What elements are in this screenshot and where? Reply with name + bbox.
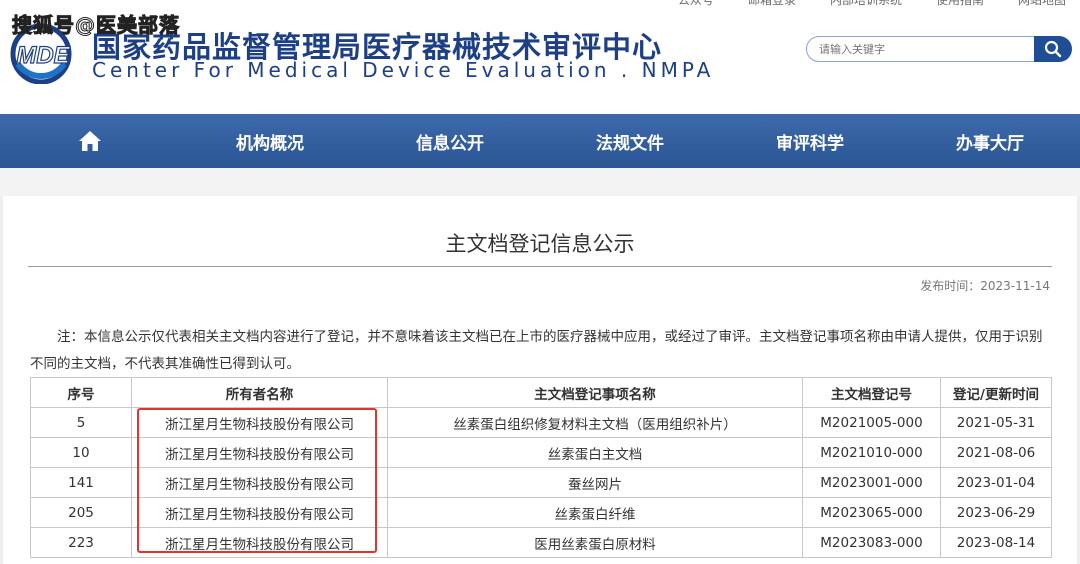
top-links: 公众号 邮箱登录 内部培训系统 使用指南 网站地图 bbox=[678, 0, 1066, 8]
cell-reg-no: M2021005-000 bbox=[802, 407, 941, 438]
cell-owner: 浙江星月生物科技股份有限公司 bbox=[131, 467, 388, 498]
cell-owner: 浙江星月生物科技股份有限公司 bbox=[131, 407, 388, 438]
cell-owner: 浙江星月生物科技股份有限公司 bbox=[131, 497, 388, 528]
search-input[interactable] bbox=[806, 36, 1036, 62]
page-title: 主文档登记信息公示 bbox=[445, 232, 635, 256]
watermark: 搜狐号@医美部落 bbox=[12, 13, 180, 38]
cell-item-name: 丝素蛋白组织修复材料主文档（医用组织补片） bbox=[387, 407, 803, 438]
table-header-row: 序号 所有者名称 主文档登记事项名称 主文档登记号 登记/更新时间 bbox=[30, 377, 1052, 408]
cell-item-name: 丝素蛋白主文档 bbox=[387, 437, 803, 468]
title-divider bbox=[28, 266, 1052, 267]
search-box bbox=[806, 36, 1072, 64]
publish-value: 2023-11-14 bbox=[980, 279, 1050, 293]
notice-text: 注：本信息公示仅代表相关主文档内容进行了登记，并不意味着该主文档已在上市的医疗器… bbox=[30, 324, 1052, 378]
master-file-table: 序号 所有者名称 主文档登记事项名称 主文档登记号 登记/更新时间 5 浙江星月… bbox=[30, 377, 1052, 558]
nav-item-regulations[interactable]: 法规文件 bbox=[540, 114, 720, 168]
cell-no: 223 bbox=[30, 527, 132, 558]
cell-no: 5 bbox=[30, 407, 132, 438]
nav-gap bbox=[0, 168, 1080, 196]
top-link[interactable]: 使用指南 bbox=[936, 0, 984, 8]
top-link[interactable]: 内部培训系统 bbox=[830, 0, 902, 8]
cell-reg-no: M2021010-000 bbox=[802, 437, 941, 468]
table-row: 141 浙江星月生物科技股份有限公司 蚕丝网片 M2023001-000 202… bbox=[30, 467, 1052, 498]
top-link[interactable]: 公众号 bbox=[678, 0, 714, 8]
header-reg-no: 主文档登记号 bbox=[802, 377, 941, 408]
table-row: 223 浙江星月生物科技股份有限公司 医用丝素蛋白原材料 M2023083-00… bbox=[30, 527, 1052, 558]
cell-date: 2021-05-31 bbox=[940, 407, 1052, 438]
cell-date: 2023-06-29 bbox=[940, 497, 1052, 528]
nav-item-about[interactable]: 机构概况 bbox=[180, 114, 360, 168]
cell-owner: 浙江星月生物科技股份有限公司 bbox=[131, 437, 388, 468]
main-nav: 机构概况 信息公开 法规文件 审评科学 办事大厅 bbox=[0, 114, 1080, 168]
cell-no: 10 bbox=[30, 437, 132, 468]
nav-home[interactable] bbox=[0, 114, 180, 168]
cell-date: 2023-01-04 bbox=[940, 467, 1052, 498]
search-icon bbox=[1044, 40, 1062, 58]
cell-date: 2023-08-14 bbox=[940, 527, 1052, 558]
cell-no: 141 bbox=[30, 467, 132, 498]
publish-date: 发布时间：2023-11-14 bbox=[920, 277, 1050, 294]
cell-reg-no: M2023001-000 bbox=[802, 467, 941, 498]
logo-mark: MDE bbox=[16, 42, 70, 69]
cell-reg-no: M2023065-000 bbox=[802, 497, 941, 528]
header-no: 序号 bbox=[30, 377, 132, 408]
cell-owner: 浙江星月生物科技股份有限公司 bbox=[131, 527, 388, 558]
table-row: 10 浙江星月生物科技股份有限公司 丝素蛋白主文档 M2021010-000 2… bbox=[30, 437, 1052, 468]
notice-body: 注：本信息公示仅代表相关主文档内容进行了登记，并不意味着该主文档已在上市的医疗器… bbox=[30, 329, 1043, 372]
cell-item-name: 丝素蛋白纤维 bbox=[387, 497, 803, 528]
cell-item-name: 医用丝素蛋白原材料 bbox=[387, 527, 803, 558]
cell-no: 205 bbox=[30, 497, 132, 528]
site-subtitle: Center For Medical Device Evaluation . N… bbox=[92, 58, 715, 82]
header-date: 登记/更新时间 bbox=[940, 377, 1052, 408]
site-header: 搜狐号@医美部落 MDE 国家药品监督管理局医疗器械技术审评中心 Center … bbox=[0, 0, 1080, 114]
header-item-name: 主文档登记事项名称 bbox=[387, 377, 803, 408]
top-link[interactable]: 邮箱登录 bbox=[748, 0, 796, 8]
publish-label: 发布时间： bbox=[920, 279, 981, 293]
search-button[interactable] bbox=[1034, 36, 1072, 62]
header-owner: 所有者名称 bbox=[131, 377, 388, 408]
home-icon bbox=[79, 131, 101, 151]
table-row: 205 浙江星月生物科技股份有限公司 丝素蛋白纤维 M2023065-000 2… bbox=[30, 497, 1052, 528]
nav-item-science[interactable]: 审评科学 bbox=[720, 114, 900, 168]
cell-item-name: 蚕丝网片 bbox=[387, 467, 803, 498]
nav-item-service[interactable]: 办事大厅 bbox=[900, 114, 1080, 168]
top-link[interactable]: 网站地图 bbox=[1018, 0, 1066, 8]
table-row: 5 浙江星月生物科技股份有限公司 丝素蛋白组织修复材料主文档（医用组织补片） M… bbox=[30, 407, 1052, 438]
cell-reg-no: M2023083-000 bbox=[802, 527, 941, 558]
nav-item-info[interactable]: 信息公开 bbox=[360, 114, 540, 168]
cell-date: 2021-08-06 bbox=[940, 437, 1052, 468]
